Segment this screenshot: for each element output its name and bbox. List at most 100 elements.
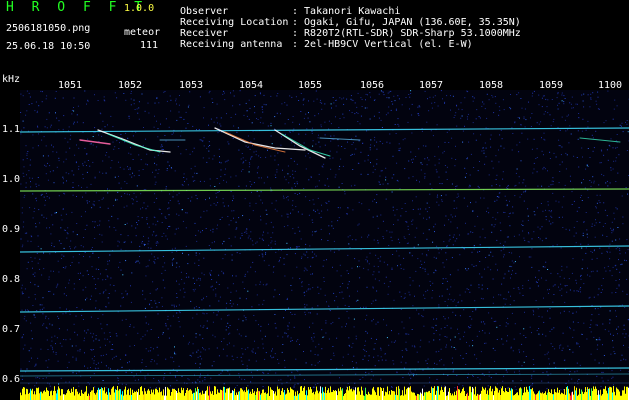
- noise-speck: [78, 147, 80, 149]
- noise-speck: [312, 145, 314, 147]
- noise-speck: [244, 231, 246, 233]
- bottom-strip-bar: [41, 391, 42, 400]
- noise-speck: [455, 186, 457, 187]
- noise-speck: [603, 175, 605, 177]
- noise-speck: [541, 380, 543, 382]
- noise-speck: [484, 142, 486, 144]
- noise-speck: [231, 355, 233, 357]
- noise-speck: [481, 105, 483, 107]
- noise-speck: [301, 285, 303, 287]
- noise-speck: [86, 186, 88, 188]
- noise-speck: [377, 227, 379, 229]
- bottom-strip-bar: [317, 390, 318, 400]
- noise-speck: [597, 308, 599, 310]
- noise-speck: [452, 311, 454, 313]
- noise-speck: [599, 202, 601, 204]
- noise-speck: [384, 353, 386, 355]
- noise-speck: [463, 309, 465, 311]
- noise-speck: [75, 359, 77, 361]
- noise-speck: [581, 147, 583, 149]
- noise-speck: [516, 168, 518, 170]
- noise-speck: [562, 227, 564, 228]
- noise-speck: [455, 305, 457, 307]
- noise-speck: [335, 174, 337, 176]
- noise-speck: [613, 384, 614, 386]
- noise-speck: [598, 337, 600, 339]
- noise-speck: [309, 288, 311, 290]
- noise-speck: [23, 127, 25, 129]
- noise-speck: [416, 309, 418, 311]
- bottom-strip-bar: [75, 389, 76, 400]
- noise-speck: [460, 117, 462, 119]
- noise-speck: [255, 154, 257, 156]
- bottom-strip-bar: [251, 393, 252, 400]
- noise-speck: [211, 285, 213, 287]
- noise-speck: [170, 99, 172, 101]
- noise-speck: [451, 183, 453, 185]
- noise-speck: [398, 98, 400, 100]
- noise-speck: [186, 273, 187, 274]
- noise-speck: [440, 358, 442, 360]
- noise-speck: [184, 181, 185, 183]
- noise-speck: [159, 209, 161, 210]
- noise-speck: [92, 144, 94, 146]
- noise-speck: [118, 383, 120, 385]
- noise-speck: [95, 307, 97, 309]
- noise-speck: [348, 243, 350, 245]
- noise-speck: [416, 351, 418, 353]
- noise-speck: [466, 288, 468, 290]
- noise-speck: [522, 295, 524, 296]
- bottom-strip-bar: [334, 391, 335, 400]
- noise-speck: [125, 334, 127, 336]
- noise-speck: [187, 106, 189, 108]
- noise-speck: [101, 198, 103, 200]
- noise-speck: [524, 239, 526, 241]
- noise-speck: [270, 95, 272, 97]
- noise-speck: [551, 99, 553, 100]
- noise-speck: [242, 157, 244, 159]
- noise-speck: [108, 220, 110, 222]
- bottom-strip-bar: [575, 390, 576, 400]
- noise-speck: [508, 270, 510, 272]
- bottom-strip-bar: [448, 391, 449, 400]
- noise-speck: [111, 160, 113, 161]
- noise-speck: [422, 145, 424, 147]
- noise-speck: [496, 174, 498, 176]
- noise-speck: [383, 94, 385, 96]
- noise-speck: [356, 112, 358, 113]
- noise-speck: [557, 93, 559, 95]
- noise-speck: [239, 253, 241, 254]
- noise-speck: [468, 326, 470, 328]
- noise-speck: [202, 312, 204, 314]
- noise-speck: [595, 324, 597, 326]
- noise-speck: [214, 336, 216, 338]
- noise-speck: [259, 237, 261, 239]
- noise-speck: [320, 216, 322, 218]
- noise-speck: [428, 207, 430, 208]
- noise-speck: [223, 338, 225, 340]
- noise-speck: [373, 265, 375, 267]
- noise-speck: [48, 291, 50, 292]
- bottom-strip-bar: [401, 395, 402, 400]
- noise-speck: [245, 230, 247, 232]
- noise-speck: [201, 299, 203, 301]
- noise-speck: [335, 296, 337, 298]
- noise-speck: [520, 98, 522, 99]
- noise-speck: [133, 103, 135, 105]
- noise-speck: [307, 257, 309, 259]
- noise-speck: [242, 387, 244, 389]
- noise-speck: [536, 330, 538, 331]
- noise-speck: [420, 260, 422, 262]
- noise-speck: [547, 201, 549, 203]
- noise-speck: [282, 344, 284, 345]
- bottom-strip-bar: [531, 389, 532, 400]
- bottom-strip-bar: [442, 389, 443, 400]
- noise-speck: [105, 289, 107, 291]
- bottom-strip-bar: [82, 393, 83, 400]
- bottom-strip-bar: [405, 394, 406, 400]
- noise-speck: [388, 245, 390, 246]
- noise-speck: [30, 240, 32, 242]
- noise-speck: [202, 347, 203, 349]
- noise-speck: [582, 232, 584, 234]
- noise-speck: [151, 359, 153, 360]
